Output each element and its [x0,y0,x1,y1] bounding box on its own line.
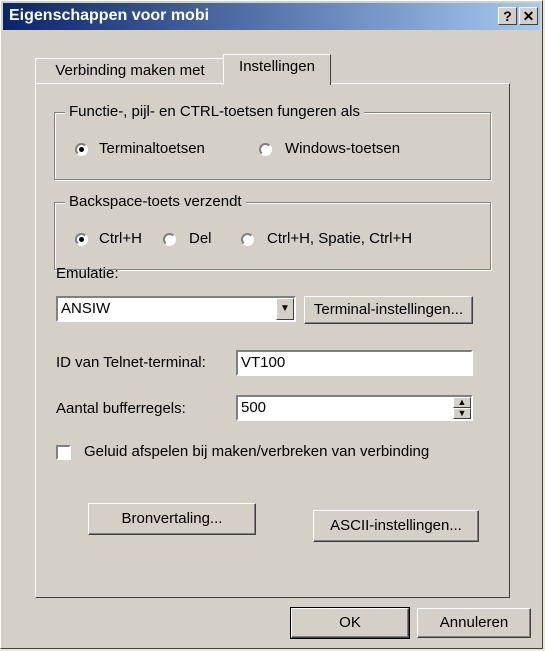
properties-dialog: Eigenschappen voor mobi ? ✕ Verbinding m… [0,0,543,649]
window-title: Eigenschappen voor mobi [9,7,210,24]
settings-panel: Functie-, pijl- en CTRL-toetsen fungeren… [35,83,510,598]
telnet-id-label: ID van Telnet-terminal: [56,354,206,371]
radio-terminal-keys[interactable] [75,143,88,156]
radio-ctrl-h-space-label: Ctrl+H, Spatie, Ctrl+H [267,230,413,247]
stepper-down-icon[interactable]: ▼ [453,408,471,419]
help-button[interactable]: ? [498,7,517,25]
sound-checkbox-label: Geluid afspelen bij maken/verbreken van … [84,443,430,460]
stepper-up-icon[interactable]: ▲ [453,397,471,408]
backspace-legend: Backspace-toets verzendt [65,193,246,210]
backspace-group: Backspace-toets verzendt Ctrl+H Del Ctrl… [54,193,491,270]
cancel-button[interactable]: Annuleren [417,608,531,638]
buffer-lines-value: 500 [241,399,267,416]
radio-del[interactable] [163,233,176,246]
radio-ctrl-h[interactable] [75,233,88,246]
ok-button[interactable]: OK [290,607,410,639]
emulation-label: Emulatie: [56,265,119,282]
radio-terminal-keys-label: Terminaltoetsen [99,140,205,157]
function-keys-legend: Functie-, pijl- en CTRL-toetsen fungeren… [65,103,364,120]
emulation-selected: ANSIW [61,300,111,317]
translation-button[interactable]: Bronvertaling... [88,503,256,535]
ascii-settings-button[interactable]: ASCII-instellingen... [313,510,479,542]
close-button[interactable]: ✕ [519,7,538,25]
telnet-id-input[interactable]: VT100 [236,350,473,376]
radio-windows-keys[interactable] [259,143,272,156]
radio-del-label: Del [189,230,212,247]
terminal-settings-button[interactable]: Terminal-instellingen... [304,296,473,324]
chevron-down-icon[interactable]: ▼ [276,298,294,320]
buffer-lines-label: Aantal bufferregels: [56,400,186,417]
function-keys-group: Functie-, pijl- en CTRL-toetsen fungeren… [54,103,491,180]
radio-ctrl-h-label: Ctrl+H [99,230,142,247]
radio-ctrl-h-space[interactable] [241,233,254,246]
title-bar: Eigenschappen voor mobi ? ✕ [3,3,540,30]
tab-instellingen[interactable]: Instellingen [223,54,331,85]
radio-windows-keys-label: Windows-toetsen [285,140,401,157]
buffer-lines-stepper[interactable]: 500 ▲ ▼ [236,395,473,421]
sound-checkbox[interactable] [56,445,71,460]
emulation-dropdown[interactable]: ANSIW ▼ [56,296,296,322]
tab-verbinding[interactable]: Verbinding maken met [35,58,225,83]
